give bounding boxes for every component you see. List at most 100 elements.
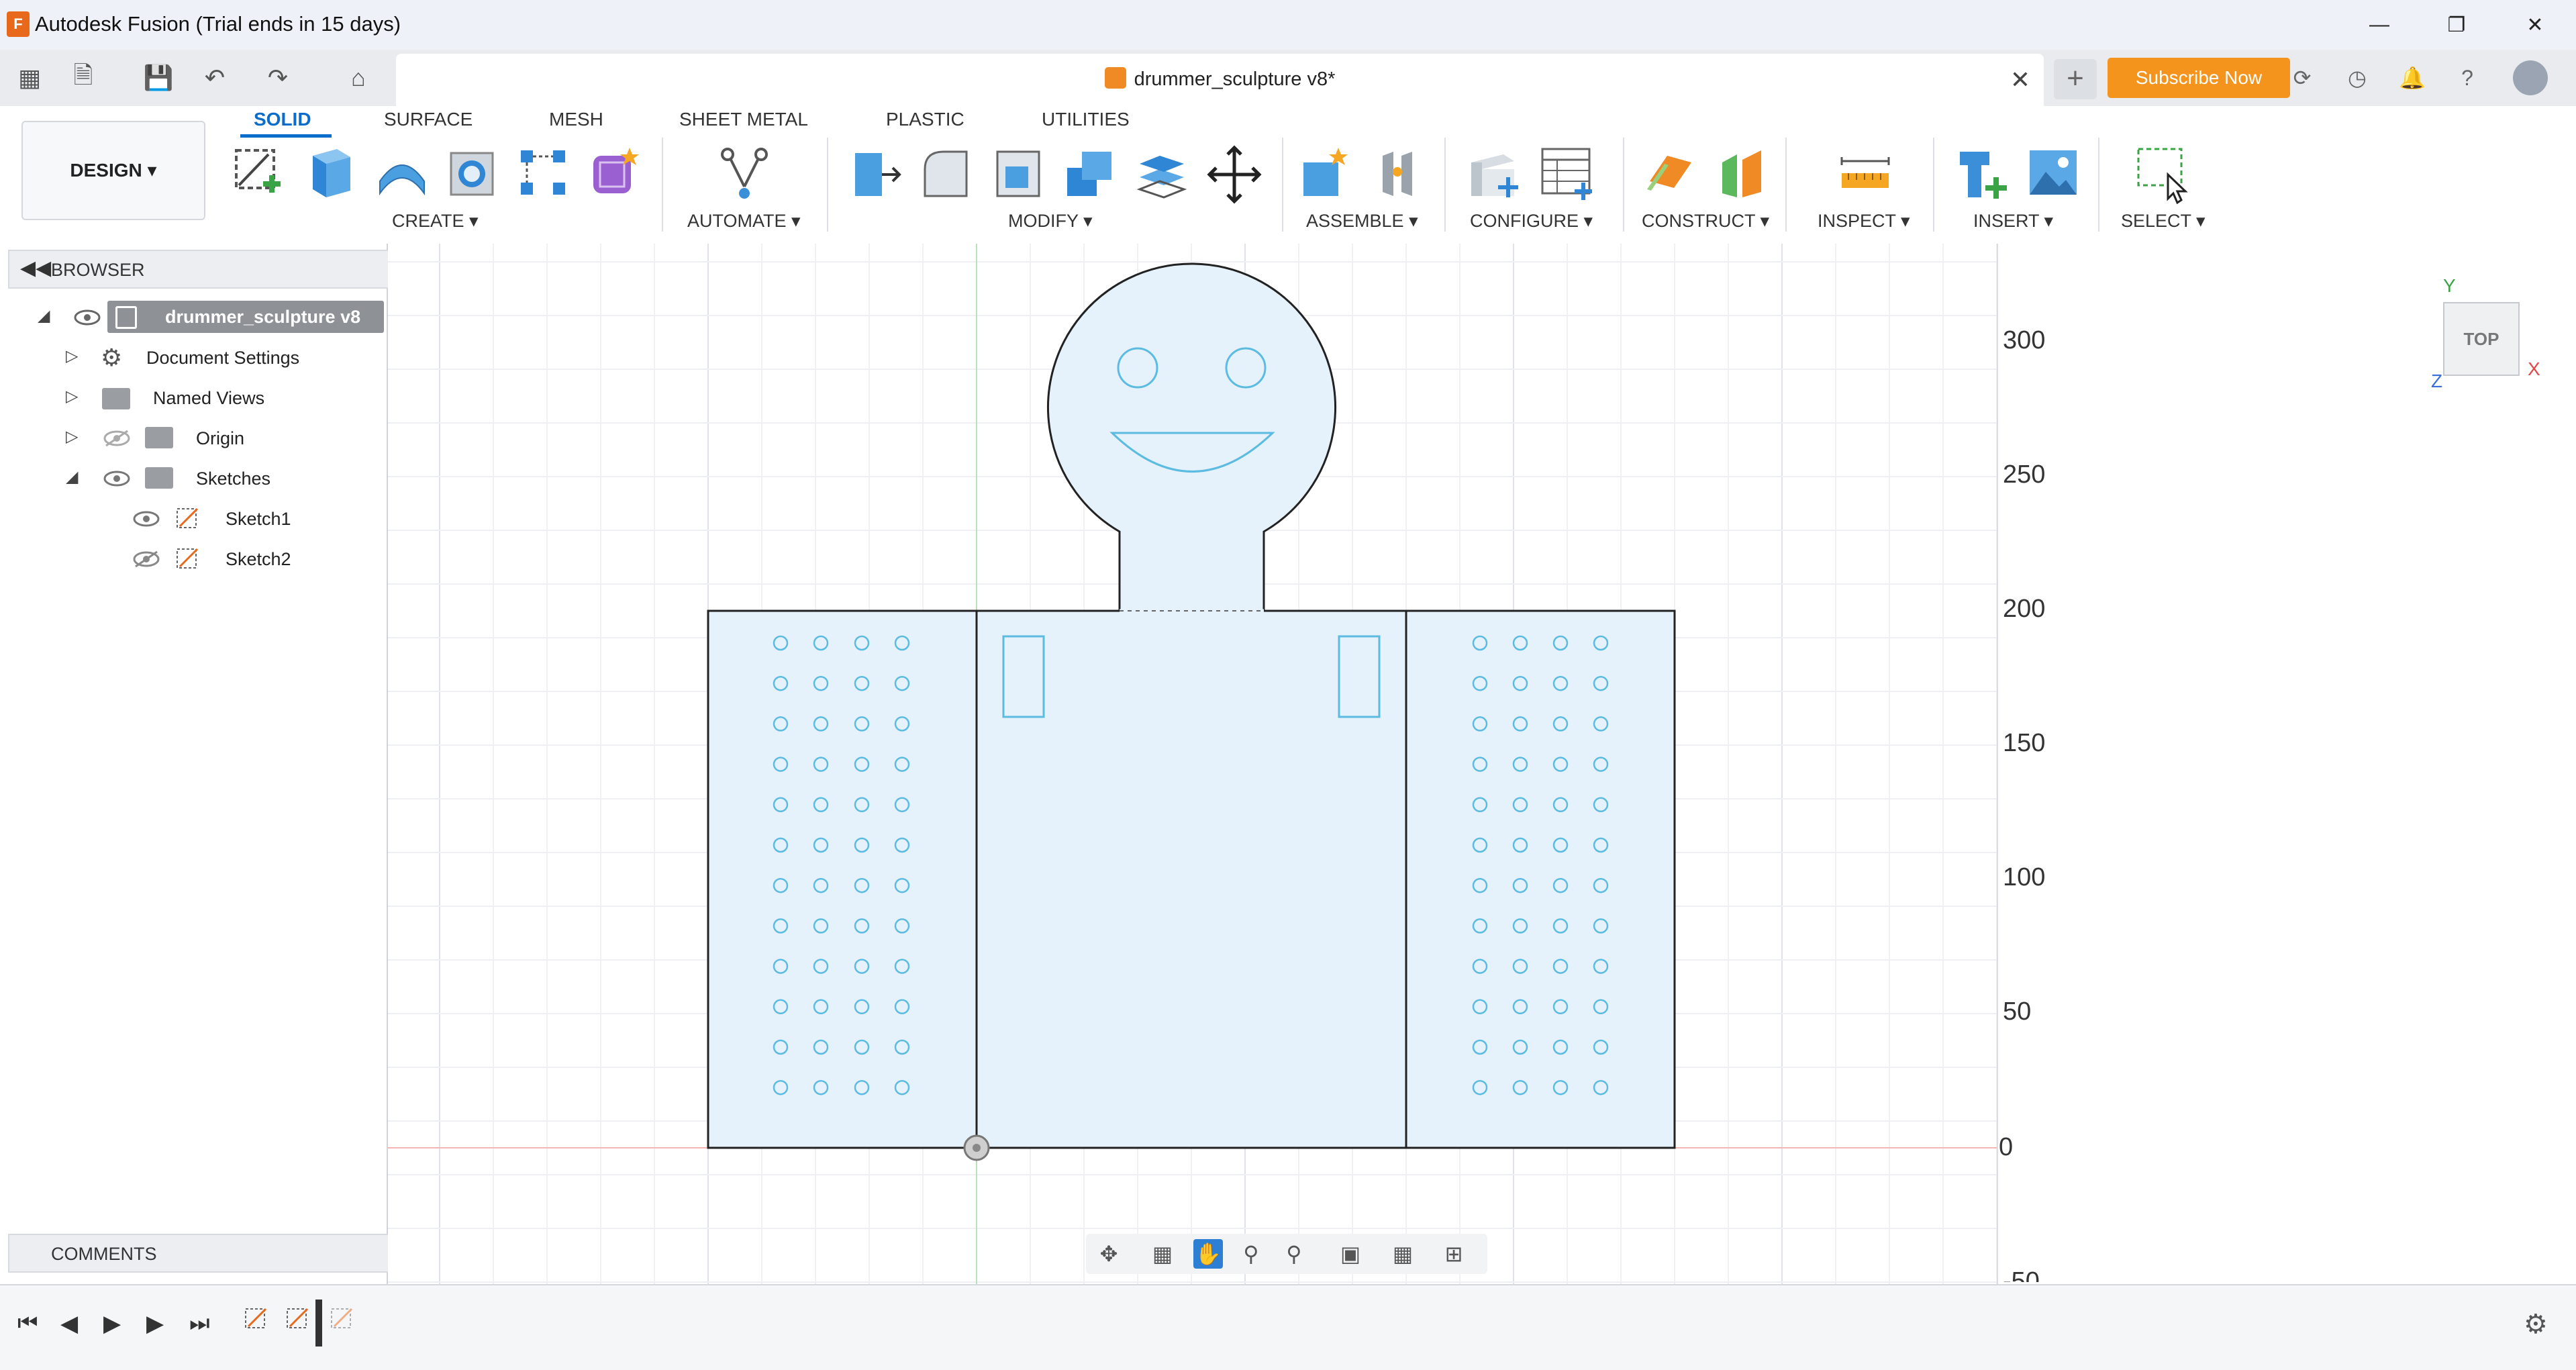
joint-icon[interactable] (1369, 142, 1427, 207)
inspect-menu[interactable]: INSPECT ▾ (1818, 211, 1910, 232)
browser-item-sketches[interactable]: Sketches (196, 462, 270, 495)
help-icon[interactable]: ? (2450, 60, 2485, 95)
timeline-sketch-icon[interactable] (285, 1305, 311, 1332)
hidden-eye-icon[interactable] (103, 430, 130, 447)
new-tab-button[interactable]: + (2054, 59, 2097, 99)
extrude-icon[interactable] (301, 142, 358, 207)
configure-icon[interactable] (1463, 142, 1521, 207)
go-to-start-icon[interactable]: ⏮ (17, 1310, 38, 1336)
new-component-icon[interactable] (1297, 142, 1354, 207)
orbit-icon[interactable]: ✥ (1094, 1239, 1124, 1269)
tab-surface[interactable]: SURFACE (384, 109, 473, 130)
tab-mesh[interactable]: MESH (549, 109, 603, 130)
view-cube[interactable]: TOP (2443, 302, 2520, 376)
grid-settings-icon[interactable]: ▦ (1388, 1239, 1418, 1269)
plane-at-angle-icon[interactable] (1713, 142, 1771, 207)
browser-item-named-views[interactable]: Named Views (153, 381, 264, 415)
hidden-eye-icon[interactable] (133, 550, 160, 568)
modify-menu[interactable]: MODIFY ▾ (1008, 211, 1093, 232)
automate-menu[interactable]: AUTOMATE ▾ (687, 211, 801, 232)
insert-derive-icon[interactable] (1953, 142, 2011, 207)
configure-label: CONFIGURE (1470, 211, 1579, 231)
pan-icon[interactable]: ✋ (1193, 1239, 1223, 1269)
select-icon[interactable] (2132, 142, 2189, 207)
browser-item-sketch1[interactable]: Sketch1 (226, 502, 291, 536)
step-forward-icon[interactable]: ▶ (146, 1310, 164, 1337)
collapsed-triangle-icon[interactable]: ▷ (66, 427, 78, 446)
home-icon[interactable]: ⌂ (342, 62, 375, 94)
hole-icon[interactable] (443, 142, 501, 207)
automate-icon[interactable] (715, 142, 773, 207)
insert-menu[interactable]: INSERT ▾ (1973, 211, 2053, 232)
document-tab[interactable]: drummer_sculpture v8* ✕ (396, 54, 2044, 106)
configure-menu[interactable]: CONFIGURE ▾ (1470, 211, 1593, 232)
undo-icon[interactable]: ↶ (199, 62, 231, 94)
viewports-icon[interactable]: ⊞ (1439, 1239, 1469, 1269)
rectangular-pattern-icon[interactable] (514, 142, 572, 207)
create-sketch-icon[interactable] (230, 142, 287, 207)
insert-canvas-icon[interactable] (2024, 142, 2082, 207)
browser-item-origin[interactable]: Origin (196, 422, 244, 455)
browser-root-item[interactable]: drummer_sculpture v8 (107, 301, 384, 333)
redo-icon[interactable]: ↷ (262, 62, 294, 94)
combine-icon[interactable] (1060, 142, 1118, 207)
visibility-eye-icon[interactable] (103, 470, 130, 487)
minimize-button[interactable]: — (2342, 0, 2416, 50)
move-copy-icon[interactable] (1205, 142, 1263, 207)
visibility-eye-icon[interactable] (133, 510, 160, 528)
tab-solid[interactable]: SOLID (254, 109, 311, 130)
design-canvas[interactable] (388, 244, 2576, 1284)
construct-menu[interactable]: CONSTRUCT ▾ (1642, 211, 1769, 232)
apps-grid-icon[interactable]: ▦ (13, 62, 46, 94)
close-button[interactable]: ✕ (2498, 0, 2572, 50)
tab-utilities[interactable]: UTILITIES (1042, 109, 1130, 130)
display-settings-icon[interactable]: ▣ (1336, 1239, 1365, 1269)
offset-plane-icon[interactable] (1640, 142, 1698, 207)
timeline-sketch-icon[interactable] (243, 1305, 270, 1332)
history-icon[interactable]: ◷ (2340, 60, 2375, 95)
expanded-triangle-icon[interactable]: ◢ (38, 306, 50, 326)
measure-icon[interactable] (1836, 142, 1894, 207)
close-tab-icon[interactable]: ✕ (2010, 66, 2030, 94)
create-menu[interactable]: CREATE ▾ (392, 211, 479, 232)
job-status-icon[interactable]: ⟳ (2285, 60, 2320, 95)
play-icon[interactable]: ▶ (103, 1310, 121, 1337)
sketch-icon (177, 507, 199, 528)
tab-sheet-metal[interactable]: SHEET METAL (679, 109, 808, 130)
tab-plastic[interactable]: PLASTIC (886, 109, 964, 130)
timeline-settings-icon[interactable]: ⚙ (2524, 1309, 2548, 1340)
revolve-icon[interactable] (373, 142, 431, 207)
fillet-icon[interactable] (917, 142, 975, 207)
notifications-icon[interactable]: 🔔 (2395, 60, 2430, 95)
timeline-sketch-icon[interactable] (329, 1305, 356, 1332)
fit-icon[interactable]: ⚲ (1279, 1239, 1309, 1269)
assemble-menu[interactable]: ASSEMBLE ▾ (1306, 211, 1418, 232)
user-avatar[interactable] (2513, 60, 2548, 95)
offset-face-icon[interactable] (1133, 142, 1191, 207)
collapsed-triangle-icon[interactable]: ▷ (66, 387, 78, 406)
browser-item-document-settings[interactable]: Document Settings (146, 341, 299, 375)
configuration-table-icon[interactable] (1537, 142, 1595, 207)
collapsed-triangle-icon[interactable]: ▷ (66, 346, 78, 366)
visibility-eye-icon[interactable] (74, 309, 101, 326)
subscribe-button[interactable]: Subscribe Now (2108, 58, 2290, 98)
browser-item-sketch2[interactable]: Sketch2 (226, 542, 291, 576)
axis-tick-label: 150 (2003, 729, 2046, 757)
root-label: drummer_sculpture v8 (165, 307, 361, 327)
form-icon[interactable] (585, 142, 643, 207)
shell-icon[interactable] (989, 142, 1047, 207)
save-icon[interactable]: 💾 (142, 62, 175, 94)
expanded-triangle-icon[interactable]: ◢ (66, 467, 78, 487)
sketch-viewport[interactable] (388, 244, 2576, 1284)
collapse-panel-icon[interactable]: ◀◀ (20, 256, 51, 280)
restore-button[interactable]: ❐ (2420, 0, 2493, 50)
press-pull-icon[interactable] (847, 142, 905, 207)
step-back-icon[interactable]: ◀ (60, 1310, 78, 1337)
select-menu[interactable]: SELECT ▾ (2121, 211, 2206, 232)
file-icon[interactable]: 🗎 (67, 61, 99, 94)
look-at-icon[interactable]: ▦ (1148, 1239, 1177, 1269)
zoom-icon[interactable]: ⚲ (1236, 1239, 1266, 1269)
workspace-design-button[interactable]: DESIGN ▾ (21, 121, 205, 220)
go-to-end-icon[interactable]: ⏭ (189, 1310, 210, 1336)
timeline-marker[interactable] (315, 1300, 322, 1347)
